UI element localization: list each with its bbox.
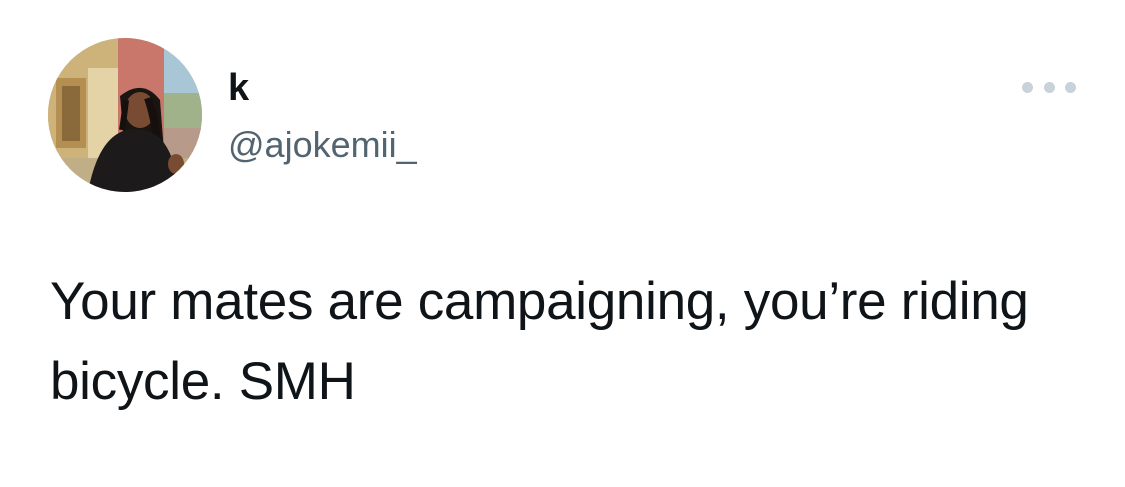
tweet-text: Your mates are campaigning, you’re ridin… xyxy=(50,272,1029,411)
author-display-name[interactable]: k xyxy=(228,64,249,112)
tweet-card: k @ajokemii_ Your mates are campaigning,… xyxy=(0,0,1125,487)
more-dot xyxy=(1065,81,1076,93)
more-dot xyxy=(1022,81,1033,93)
more-options-icon[interactable] xyxy=(1022,72,1076,102)
more-dot xyxy=(1043,81,1055,93)
author-handle[interactable]: @ajokemii_ xyxy=(228,122,417,168)
avatar[interactable] xyxy=(48,38,202,192)
